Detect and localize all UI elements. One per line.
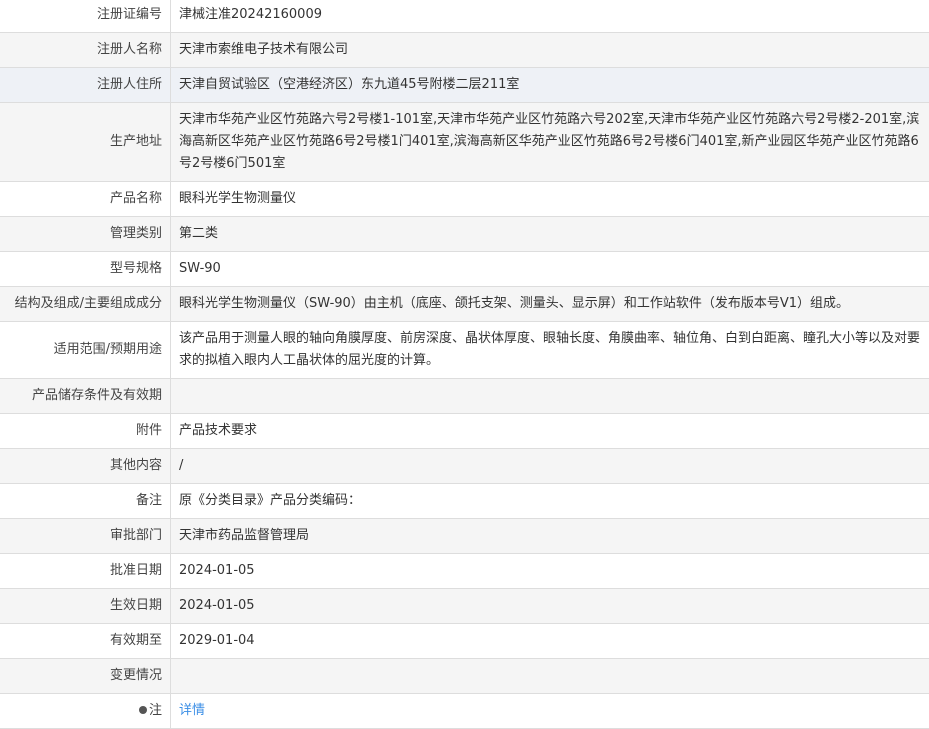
field-label: 生产地址 — [0, 103, 171, 182]
field-label: 生效日期 — [0, 589, 171, 624]
field-value: 2029-01-04 — [171, 624, 929, 659]
field-label: 注册人住所 — [0, 68, 171, 103]
field-value: 原《分类目录》产品分类编码： — [171, 484, 929, 519]
table-row: 其他内容/ — [0, 449, 929, 484]
field-value — [171, 379, 929, 414]
table-row: 结构及组成/主要组成成分眼科光学生物测量仪（SW-90）由主机（底座、颌托支架、… — [0, 287, 929, 322]
field-label: 其他内容 — [0, 449, 171, 484]
table-row: 注册人名称天津市索维电子技术有限公司 — [0, 33, 929, 68]
table-row: 型号规格SW-90 — [0, 252, 929, 287]
details-link[interactable]: 详情 — [179, 703, 205, 718]
field-label: 注册证编号 — [0, 0, 171, 33]
field-label: 审批部门 — [0, 519, 171, 554]
field-value: SW-90 — [171, 252, 929, 287]
field-value: 天津市索维电子技术有限公司 — [171, 33, 929, 68]
field-value: / — [171, 449, 929, 484]
field-label: 型号规格 — [0, 252, 171, 287]
field-value: 产品技术要求 — [171, 414, 929, 449]
field-value: 眼科光学生物测量仪（SW-90）由主机（底座、颌托支架、测量头、显示屏）和工作站… — [171, 287, 929, 322]
field-label: 结构及组成/主要组成成分 — [0, 287, 171, 322]
table-row: 产品储存条件及有效期 — [0, 379, 929, 414]
field-label: 变更情况 — [0, 659, 171, 694]
field-value: 天津市华苑产业区竹苑路六号2号楼1-101室,天津市华苑产业区竹苑路六号202室… — [171, 103, 929, 182]
field-label: 附件 — [0, 414, 171, 449]
field-label: 产品储存条件及有效期 — [0, 379, 171, 414]
table-row: 管理类别第二类 — [0, 217, 929, 252]
table-row: 生产地址天津市华苑产业区竹苑路六号2号楼1-101室,天津市华苑产业区竹苑路六号… — [0, 103, 929, 182]
table-row: 变更情况 — [0, 659, 929, 694]
field-label: 批准日期 — [0, 554, 171, 589]
note-row: 注 详情 — [0, 694, 929, 729]
field-value: 天津自贸试验区（空港经济区）东九道45号附楼二层211室 — [171, 68, 929, 103]
table-row: 生效日期2024-01-05 — [0, 589, 929, 624]
table-row: 适用范围/预期用途该产品用于测量人眼的轴向角膜厚度、前房深度、晶状体厚度、眼轴长… — [0, 322, 929, 379]
table-row: 注册人住所天津自贸试验区（空港经济区）东九道45号附楼二层211室 — [0, 68, 929, 103]
field-label: 适用范围/预期用途 — [0, 322, 171, 379]
field-value: 眼科光学生物测量仪 — [171, 182, 929, 217]
field-value: 该产品用于测量人眼的轴向角膜厚度、前房深度、晶状体厚度、眼轴长度、角膜曲率、轴位… — [171, 322, 929, 379]
table-row: 备注原《分类目录》产品分类编码： — [0, 484, 929, 519]
field-label: 备注 — [0, 484, 171, 519]
table-row: 注册证编号津械注准20242160009 — [0, 0, 929, 33]
field-value: 2024-01-05 — [171, 589, 929, 624]
field-label: 产品名称 — [0, 182, 171, 217]
note-label-cell: 注 — [0, 694, 171, 729]
registration-detail-table: 注册证编号津械注准20242160009注册人名称天津市索维电子技术有限公司注册… — [0, 0, 929, 729]
note-value-cell: 详情 — [171, 694, 929, 729]
table-row: 批准日期2024-01-05 — [0, 554, 929, 589]
pin-icon — [139, 706, 147, 714]
field-value: 2024-01-05 — [171, 554, 929, 589]
field-label: 注册人名称 — [0, 33, 171, 68]
field-label: 管理类别 — [0, 217, 171, 252]
table-row: 审批部门天津市药品监督管理局 — [0, 519, 929, 554]
field-value: 津械注准20242160009 — [171, 0, 929, 33]
table-row: 附件产品技术要求 — [0, 414, 929, 449]
table-row: 产品名称眼科光学生物测量仪 — [0, 182, 929, 217]
table-row: 有效期至2029-01-04 — [0, 624, 929, 659]
field-value: 天津市药品监督管理局 — [171, 519, 929, 554]
field-value — [171, 659, 929, 694]
field-label: 有效期至 — [0, 624, 171, 659]
field-value: 第二类 — [171, 217, 929, 252]
note-label: 注 — [149, 703, 162, 718]
